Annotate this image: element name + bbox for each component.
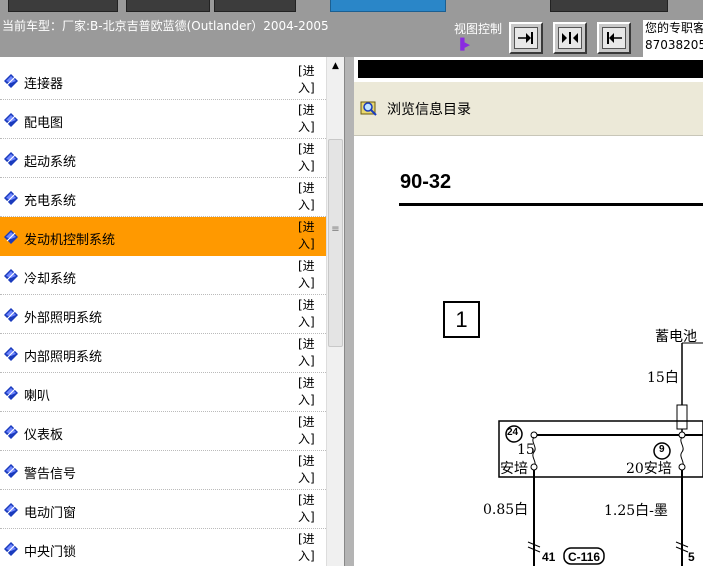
- list-item-label: 内部照明系统: [24, 350, 103, 365]
- contact-info: 您的专职客 87038205: [643, 20, 703, 57]
- scroll-up-arrow-icon[interactable]: ▲: [327, 57, 344, 75]
- list-item-label: 发动机控制系统: [24, 233, 116, 248]
- view-control-arrow-icon: ▐▸: [456, 38, 470, 51]
- system-list-panel: 连接器 [进入] 配电图 [进入] 起动系统 [进入] 充电系统 [进入] 发动机控制系统 [进入…: [0, 57, 344, 566]
- list-item[interactable]: 中央门锁 [进入]: [0, 529, 326, 566]
- blue-diamond-icon: [4, 542, 18, 556]
- wire-15white-label: 15白: [647, 370, 679, 386]
- list-item-label: 中央门锁: [24, 545, 77, 560]
- contact-info-line-1: 您的专职客: [645, 21, 703, 35]
- collapse-right-button[interactable]: [509, 22, 543, 54]
- blue-diamond-icon: [4, 425, 18, 439]
- enter-link[interactable]: [进入]: [298, 102, 320, 136]
- fuse-20-amp-label: 20安培: [626, 461, 672, 477]
- battery-label: 蓄电池: [655, 329, 697, 345]
- list-item[interactable]: 喇叭 [进入]: [0, 373, 326, 412]
- list-item[interactable]: 内部照明系统 [进入]: [0, 334, 326, 373]
- enter-link[interactable]: [进入]: [298, 375, 320, 409]
- enter-link[interactable]: [进入]: [298, 414, 320, 448]
- panel-splitter[interactable]: [344, 57, 354, 566]
- top-nav-button-1[interactable]: [8, 0, 118, 12]
- connector-c116-label: C-116: [568, 550, 601, 564]
- arrows-inward-icon: [562, 32, 578, 44]
- list-item-label: 喇叭: [24, 389, 51, 404]
- enter-link[interactable]: [进入]: [298, 453, 320, 487]
- contact-info-line-2: 87038205: [645, 38, 703, 52]
- list-item[interactable]: 仪表板 [进入]: [0, 412, 326, 451]
- magnifier-folder-icon[interactable]: [360, 98, 378, 116]
- split-view-button[interactable]: [553, 22, 587, 54]
- enter-link[interactable]: [进入]: [298, 141, 320, 175]
- arrow-to-bar-right-icon: [518, 32, 533, 44]
- connector-24-badge: 24: [507, 427, 519, 438]
- wire-085white-label: 0.85白: [483, 502, 529, 518]
- pin-5-label: 5: [688, 550, 695, 564]
- enter-link[interactable]: [进入]: [298, 336, 320, 370]
- list-item-label: 连接器: [24, 77, 64, 92]
- enter-link[interactable]: [进入]: [298, 219, 320, 253]
- content-header-bar: [358, 60, 703, 78]
- list-item-label: 警告信号: [24, 467, 77, 482]
- enter-link[interactable]: [进入]: [298, 180, 320, 214]
- connector-9-badge: 9: [659, 444, 665, 455]
- list-scrollbar[interactable]: ▲ ≡: [326, 57, 344, 566]
- wire-125whiteblack-label: 1.25白-墨: [604, 503, 668, 519]
- enter-link[interactable]: [进入]: [298, 63, 320, 97]
- car-model-label: 当前车型：厂家:B-北京吉普欧蓝德(Outlander）2004-2005: [2, 19, 329, 33]
- fuse-15-amp-label: 安培: [500, 461, 528, 477]
- top-nav-button-3[interactable]: [214, 0, 296, 12]
- view-control-label: 视图控制: [454, 22, 503, 36]
- list-item-label: 冷却系统: [24, 272, 77, 287]
- blue-diamond-icon: [4, 464, 18, 478]
- top-nav-button-active[interactable]: [330, 0, 446, 12]
- enter-link[interactable]: [进入]: [298, 492, 320, 526]
- scroll-thumb[interactable]: ≡: [328, 139, 343, 347]
- blue-diamond-icon: [4, 230, 18, 244]
- list-item[interactable]: 连接器 [进入]: [0, 61, 326, 100]
- arrow-to-bar-left-icon: [607, 32, 622, 44]
- list-item[interactable]: 充电系统 [进入]: [0, 178, 326, 217]
- blue-diamond-icon: [4, 113, 18, 127]
- list-item[interactable]: 发动机控制系统 [进入]: [0, 217, 326, 256]
- blue-diamond-icon: [4, 74, 18, 88]
- wiring-diagram: 90-32 1 蓄电池 15白 24 15 安培 9 20安培 0.85白 1.…: [354, 137, 703, 566]
- top-nav-button-5[interactable]: [550, 0, 668, 12]
- list-item[interactable]: 警告信号 [进入]: [0, 451, 326, 490]
- blue-diamond-icon: [4, 503, 18, 517]
- directory-bar: 浏览信息目录: [354, 82, 703, 136]
- content-panel: 浏览信息目录 90-32 1 蓄电池 15白 24 15 安培 9 20安培 0…: [354, 57, 703, 566]
- blue-diamond-icon: [4, 152, 18, 166]
- list-item-label: 充电系统: [24, 194, 77, 209]
- fuse-15-label: 15: [517, 442, 535, 458]
- top-toolbar: 当前车型：厂家:B-北京吉普欧蓝德(Outlander）2004-2005 视图…: [0, 0, 703, 57]
- pin-41-label: 41: [542, 550, 556, 564]
- blue-diamond-icon: [4, 386, 18, 400]
- enter-link[interactable]: [进入]: [298, 258, 320, 292]
- enter-link[interactable]: [进入]: [298, 531, 320, 565]
- blue-diamond-icon: [4, 191, 18, 205]
- list-item[interactable]: 外部照明系统 [进入]: [0, 295, 326, 334]
- collapse-left-button[interactable]: [597, 22, 631, 54]
- blue-diamond-icon: [4, 347, 18, 361]
- blue-diamond-icon: [4, 269, 18, 283]
- list-item-label: 电动门窗: [24, 506, 77, 521]
- list-item-label: 配电图: [24, 116, 64, 131]
- list-item[interactable]: 配电图 [进入]: [0, 100, 326, 139]
- list-item-label: 仪表板: [24, 428, 64, 443]
- list-item-label: 外部照明系统: [24, 311, 103, 326]
- directory-label[interactable]: 浏览信息目录: [387, 99, 471, 119]
- list-item[interactable]: 起动系统 [进入]: [0, 139, 326, 178]
- list-item[interactable]: 冷却系统 [进入]: [0, 256, 326, 295]
- blue-diamond-icon: [4, 308, 18, 322]
- top-nav-button-2[interactable]: [126, 0, 210, 12]
- list-item-label: 起动系统: [24, 155, 77, 170]
- enter-link[interactable]: [进入]: [298, 297, 320, 331]
- list-item[interactable]: 电动门窗 [进入]: [0, 490, 326, 529]
